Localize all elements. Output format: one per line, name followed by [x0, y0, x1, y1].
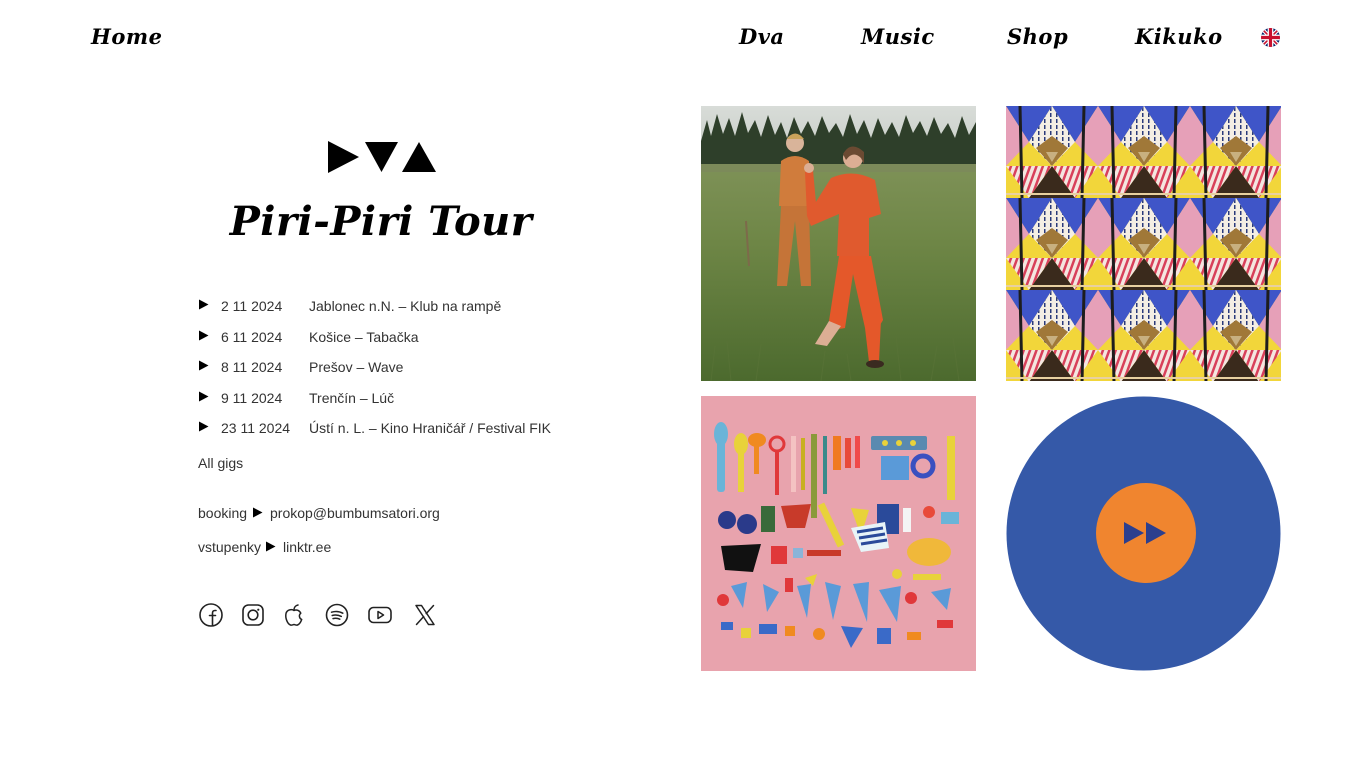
nav-music[interactable]: Music	[861, 24, 935, 49]
dva-triangles-logo	[328, 141, 436, 173]
youtube-icon[interactable]	[367, 602, 393, 628]
spotify-icon[interactable]	[324, 602, 350, 628]
gig-date: 8 11 2024	[221, 359, 283, 375]
gig-item[interactable]: 6 11 2024 Košice – Tabačka	[198, 326, 598, 357]
gig-item[interactable]: 23 11 2024 Ústí n. L. – Kino Hraničář / …	[198, 417, 598, 448]
gig-item[interactable]: 2 11 2024 Jablonec n.N. – Klub na rampě	[198, 295, 598, 326]
play-arrow-icon	[266, 541, 276, 552]
gig-venue: Ústí n. L. – Kino Hraničář / Festival FI…	[309, 420, 551, 436]
gig-list: 2 11 2024 Jablonec n.N. – Klub na rampě …	[198, 295, 598, 448]
booking-label: booking	[198, 505, 248, 521]
gig-date: 2 11 2024	[221, 298, 283, 314]
gig-venue: Prešov – Wave	[309, 359, 404, 375]
play-arrow-icon	[199, 360, 209, 371]
facebook-icon[interactable]	[198, 602, 224, 628]
vinyl-play-button[interactable]	[1006, 396, 1281, 671]
uk-flag-icon[interactable]	[1261, 28, 1280, 47]
nav-shop[interactable]: Shop	[1007, 24, 1068, 49]
all-gigs-link[interactable]: All gigs	[198, 455, 243, 471]
gig-item[interactable]: 8 11 2024 Prešov – Wave	[198, 356, 598, 387]
album-art-pattern[interactable]	[1006, 106, 1281, 381]
nav-dva[interactable]: Dva	[739, 24, 785, 49]
nav-home[interactable]: Home	[91, 24, 162, 49]
band-photo[interactable]	[701, 106, 976, 381]
gig-venue: Trenčín – Lúč	[309, 389, 395, 406]
tickets-link[interactable]: linktr.ee	[283, 539, 331, 555]
tickets-label: vstupenky	[198, 539, 262, 555]
x-icon[interactable]	[412, 602, 438, 628]
gig-item[interactable]: 9 11 2024 Trenčín – Lúč	[198, 387, 598, 418]
gig-date: 23 11 2024	[221, 420, 291, 436]
gig-date: 9 11 2024	[221, 389, 283, 406]
objects-collage[interactable]	[701, 396, 976, 671]
gig-venue: Jablonec n.N. – Klub na rampě	[309, 298, 502, 314]
nav-kikuko[interactable]: Kikuko	[1135, 24, 1223, 49]
play-arrow-icon	[199, 391, 209, 401]
play-arrow-icon	[199, 421, 209, 432]
page-title: Piri-Piri Tour	[229, 198, 533, 245]
instagram-icon[interactable]	[240, 602, 266, 628]
apple-icon[interactable]	[281, 602, 307, 628]
play-arrow-icon	[253, 507, 263, 518]
play-arrow-icon	[199, 299, 209, 310]
gig-date: 6 11 2024	[221, 328, 283, 345]
play-arrow-icon	[199, 330, 209, 340]
gig-venue: Košice – Tabačka	[309, 328, 419, 345]
booking-email-link[interactable]: prokop@bumbumsatori.org	[270, 505, 440, 521]
